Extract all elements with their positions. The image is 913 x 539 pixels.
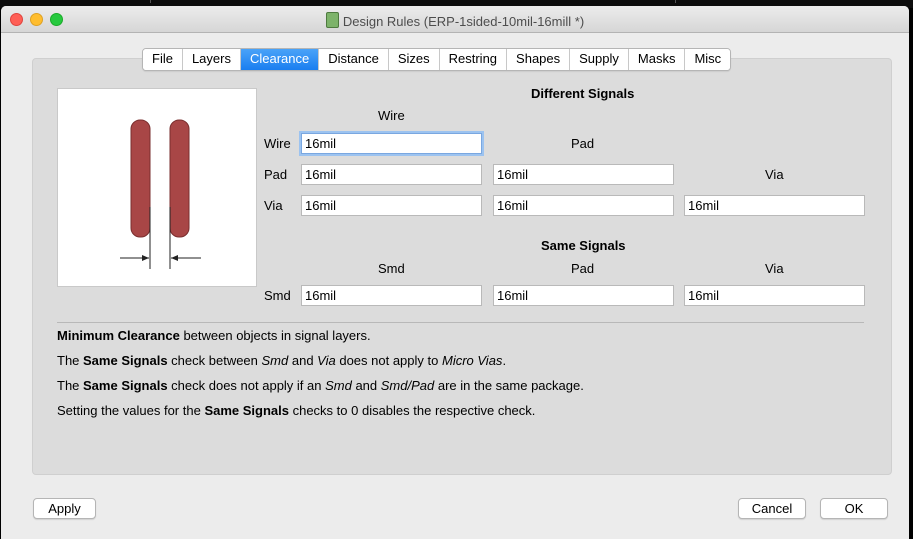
apply-button[interactable]: Apply <box>33 498 96 519</box>
row-label-via: Via <box>264 198 283 213</box>
different-signals-heading: Different Signals <box>531 86 635 101</box>
clearance-preview-image <box>57 88 257 287</box>
info-line-3: The Same Signals check does not apply if… <box>57 378 584 393</box>
document-icon <box>325 12 339 28</box>
arrowhead-right <box>171 255 178 261</box>
clearance-pad-wire-input[interactable] <box>301 164 482 185</box>
info-line-2: The Same Signals check between Smd and V… <box>57 353 507 368</box>
col-header-smd: Smd <box>378 261 405 276</box>
tab-file[interactable]: File <box>143 49 183 70</box>
arrowhead-left <box>142 255 149 261</box>
tab-supply[interactable]: Supply <box>570 49 629 70</box>
window-title-text: Design Rules (ERP-1sided-10mil-16mill *) <box>342 14 585 29</box>
clearance-wire-wire-input[interactable] <box>301 133 482 154</box>
col-header-same-pad: Pad <box>571 261 595 276</box>
col-header-via: Via <box>765 167 784 182</box>
window-title: Design Rules (ERP-1sided-10mil-16mill *) <box>1 12 909 29</box>
clearance-smd-smd-input[interactable] <box>301 285 482 306</box>
cancel-button[interactable]: Cancel <box>738 498 806 519</box>
row-label-pad: Pad <box>264 167 288 182</box>
col-header-wire: Wire <box>378 108 405 123</box>
tab-restring[interactable]: Restring <box>439 49 508 70</box>
info-line-1: Minimum Clearance between objects in sig… <box>57 328 371 343</box>
title-bar: Design Rules (ERP-1sided-10mil-16mill *) <box>1 6 909 33</box>
row-label-wire: Wire <box>264 136 291 151</box>
clearance-pad-pad-input[interactable] <box>493 164 674 185</box>
clearance-diagram <box>120 119 201 269</box>
tab-sizes[interactable]: Sizes <box>388 49 440 70</box>
trace-left <box>130 119 151 238</box>
tab-distance[interactable]: Distance <box>319 49 389 70</box>
tab-layers[interactable]: Layers <box>182 49 241 70</box>
trace-right <box>169 119 190 238</box>
tab-shapes[interactable]: Shapes <box>507 49 571 70</box>
clearance-smd-pad-input[interactable] <box>493 285 674 306</box>
tab-masks[interactable]: Masks <box>628 49 686 70</box>
tab-clearance[interactable]: Clearance <box>240 49 320 70</box>
clearance-via-via-input[interactable] <box>684 195 865 216</box>
col-header-same-via: Via <box>765 261 784 276</box>
clearance-via-pad-input[interactable] <box>493 195 674 216</box>
col-header-pad: Pad <box>571 136 595 151</box>
same-signals-heading: Same Signals <box>541 238 626 253</box>
info-line-4: Setting the values for the Same Signals … <box>57 403 536 418</box>
clearance-smd-via-input[interactable] <box>684 285 865 306</box>
clearance-via-wire-input[interactable] <box>301 195 482 216</box>
divider <box>57 322 864 323</box>
tab-bar: File Layers Clearance Distance Sizes Res… <box>142 48 732 71</box>
ok-button[interactable]: OK <box>820 498 888 519</box>
tab-misc[interactable]: Misc <box>685 49 731 70</box>
design-rules-window: Design Rules (ERP-1sided-10mil-16mill *)… <box>1 6 909 539</box>
row-label-smd: Smd <box>264 288 291 303</box>
